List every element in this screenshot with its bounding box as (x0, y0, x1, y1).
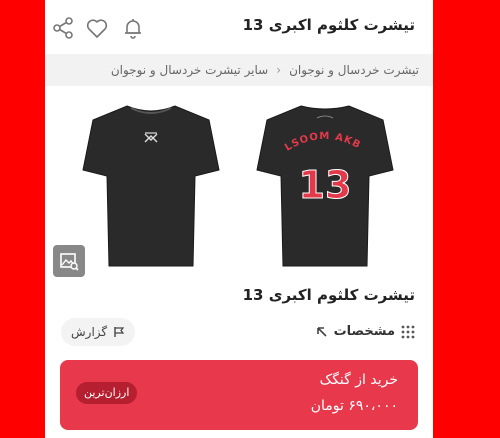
report-label: گزارش (71, 325, 108, 339)
flag-icon (114, 327, 125, 337)
specs-link[interactable]: مشخصات (316, 324, 415, 339)
shirt-front-image (82, 105, 220, 267)
gallery-image-button[interactable] (53, 245, 85, 277)
breadcrumb-item[interactable]: سایر تیشرت خردسال و نوجوان (111, 63, 268, 77)
price: ۶۹۰،۰۰۰ تومان (310, 398, 398, 414)
back-print-number: 13 (299, 163, 352, 207)
report-button[interactable]: گزارش (61, 318, 136, 346)
arrow-up-left-icon (316, 326, 327, 337)
share-icon[interactable] (51, 16, 75, 40)
image-search-icon (60, 253, 79, 271)
product-title: تیشرت کلثوم اکبری 13 (242, 286, 415, 304)
chevron-left-icon: ‹ (276, 63, 282, 77)
shirt-back-image: KOLSOOM AKBARI 13 (255, 100, 394, 267)
bell-icon[interactable] (121, 16, 145, 40)
product-panel: تیشرت کلثوم اکبری 13 تیشرت خردسال و نوجو… (45, 0, 433, 438)
grid-dots-icon (401, 325, 415, 338)
seller-label: خرید از گنگک (319, 372, 398, 388)
breadcrumb-item[interactable]: تیشرت خردسال و نوجوان (289, 63, 419, 77)
buy-offer-card[interactable]: خرید از گنگک ۶۹۰،۰۰۰ تومان ارزان‌ترین (60, 360, 418, 430)
specs-label: مشخصات (333, 324, 395, 339)
breadcrumb: تیشرت خردسال و نوجوان ‹ سایر تیشرت خردسال … (45, 54, 433, 86)
product-gallery[interactable]: KOLSOOM AKBARI 13 (45, 86, 433, 276)
cheapest-badge: ارزان‌ترین (76, 382, 138, 404)
top-bar: تیشرت کلثوم اکبری 13 (45, 0, 433, 54)
page-title: تیشرت کلثوم اکبری 13 (242, 16, 415, 34)
heart-icon[interactable] (85, 16, 109, 40)
